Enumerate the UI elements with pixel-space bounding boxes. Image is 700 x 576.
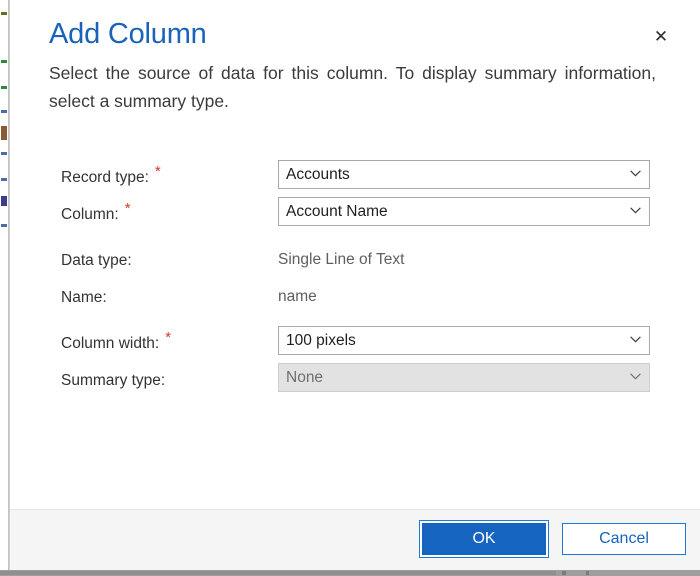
form-row-column: Column: * Account Name (10, 197, 700, 232)
column-select[interactable]: Account Name (278, 197, 650, 226)
field-column: Account Name (278, 197, 650, 226)
label-summary-type: Summary type: (61, 363, 165, 398)
label-text: Column width: (61, 335, 160, 352)
required-asterisk: * (154, 162, 161, 180)
summary-type-select: None (278, 363, 650, 392)
form-row-data-type: Data type: Single Line of Text (10, 243, 700, 278)
form-row-name: Name: name (10, 280, 700, 315)
label-data-type: Data type: (61, 243, 132, 278)
label-name: Name: (61, 280, 107, 315)
label-text: Column: (61, 206, 119, 223)
dialog-description: Select the source of data for this colum… (49, 63, 656, 111)
label-column-width: Column width: * (61, 326, 171, 361)
background-horizontal-scrollbar[interactable] (0, 570, 700, 576)
field-summary-type: None (278, 363, 650, 392)
form-row-record-type: Record type: * Accounts (10, 160, 700, 195)
background-page-sliver (0, 0, 8, 570)
dialog-title: Add Column (49, 18, 207, 50)
label-column: Column: * (61, 197, 131, 232)
label-text: Name: (61, 289, 107, 306)
ok-button[interactable]: OK (422, 523, 546, 555)
close-icon[interactable]: ✕ (646, 22, 676, 52)
label-record-type: Record type: * (61, 160, 161, 195)
required-asterisk: * (165, 328, 172, 346)
data-type-value: Single Line of Text (278, 251, 405, 268)
record-type-select[interactable]: Accounts (278, 160, 650, 189)
form-row-column-width: Column width: * 100 pixels (10, 326, 700, 361)
add-column-form: Record type: * Accounts Column: * Account … (10, 160, 700, 398)
add-column-dialog: Add Column ✕ Select the source of data f… (10, 0, 700, 570)
label-text: Record type: (61, 169, 149, 186)
field-column-width: 100 pixels (278, 326, 650, 355)
field-record-type: Accounts (278, 160, 650, 189)
column-width-select[interactable]: 100 pixels (278, 326, 650, 355)
cancel-button[interactable]: Cancel (562, 523, 686, 555)
dialog-footer: OK Cancel (10, 509, 700, 570)
required-asterisk: * (124, 199, 131, 217)
label-text: Summary type: (61, 372, 166, 389)
label-text: Data type: (61, 252, 132, 269)
form-row-summary-type: Summary type: None (10, 363, 700, 398)
name-value: name (278, 288, 317, 305)
